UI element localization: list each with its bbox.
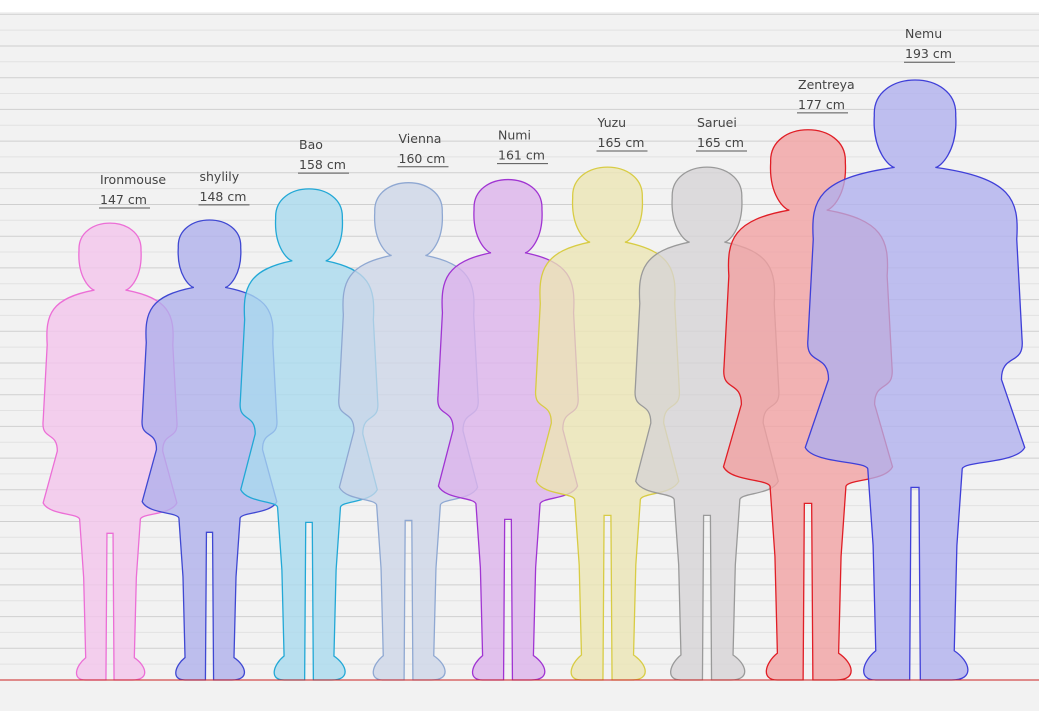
character-height-label: 161 cm: [498, 148, 545, 163]
character-height-label: 177 cm: [798, 97, 845, 112]
character-name-label: Numi: [498, 128, 531, 143]
character-name-label: shylily: [200, 169, 240, 184]
character-name-label: Ironmouse: [100, 172, 166, 187]
character-name-label: Yuzu: [597, 115, 627, 130]
character-name-label: Bao: [299, 137, 323, 152]
character-height-label: 160 cm: [399, 151, 446, 166]
character-name-label: Zentreya: [798, 77, 855, 92]
character-name-label: Saruei: [697, 115, 737, 130]
character-height-label: 193 cm: [905, 46, 952, 61]
character-name-label: Vienna: [399, 131, 442, 146]
height-comparison-chart: Ironmouse 147 cm shylily 148 cm Bao 158 cm Vie…: [0, 12, 1039, 711]
character-name-label: Nemu: [905, 26, 942, 41]
character-height-label: 165 cm: [598, 135, 645, 150]
character-height-label: 165 cm: [697, 135, 744, 150]
character-height-label: 148 cm: [200, 189, 247, 204]
character-height-label: 147 cm: [100, 192, 147, 207]
character-height-label: 158 cm: [299, 157, 346, 172]
